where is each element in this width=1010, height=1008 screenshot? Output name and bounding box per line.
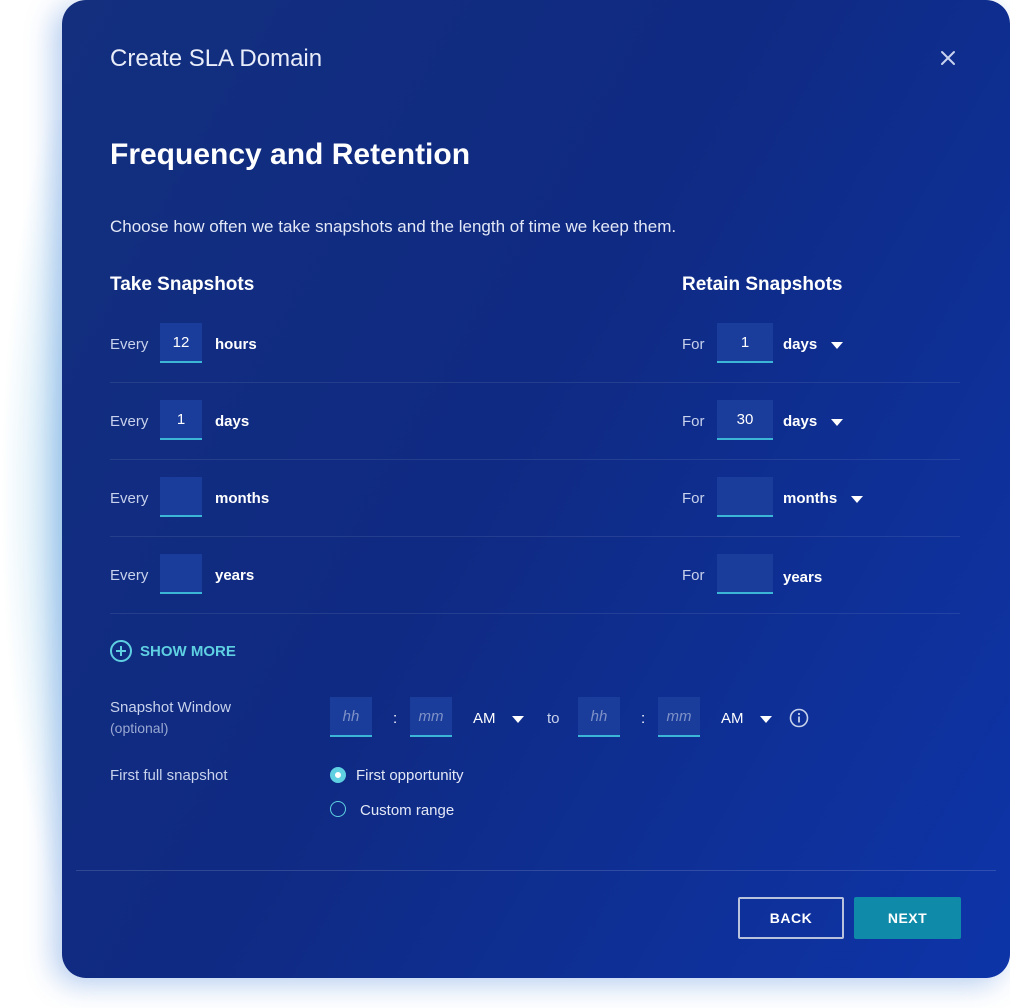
footer-divider [76,870,996,871]
every-label: Every [110,336,149,353]
take-days-input[interactable]: 1 [160,400,202,440]
info-icon[interactable] [789,708,809,733]
radio-first-opportunity[interactable] [330,767,346,783]
window-start-ampm-select[interactable]: AM [473,710,524,727]
caret-down-icon [511,715,524,723]
radio-custom-range[interactable] [330,801,346,817]
take-months-input[interactable] [160,477,202,517]
take-hours-unit: hours [215,336,257,353]
take-days-unit: days [215,413,250,430]
hh-placeholder: hh [590,707,608,725]
mm-placeholder: mm [666,707,692,725]
every-label: Every [110,413,149,430]
every-label: Every [110,490,149,507]
custom-range-label: Custom range [360,802,455,819]
ampm-label: AM [473,710,496,727]
next-button[interactable]: NEXT [854,897,961,939]
caret-down-icon [831,418,844,426]
window-start-minute-input[interactable]: mm [410,697,452,737]
retain-days-input[interactable]: 1 [717,323,773,363]
create-sla-dialog: Create SLA Domain Frequency and Retentio… [62,0,1010,978]
frequency-row-days: Every 1 days For 30 days [110,382,960,460]
first-full-snapshot-label: First full snapshot [110,767,228,784]
take-years-input[interactable] [160,554,202,594]
retain-snapshots-header: Retain Snapshots [682,274,843,295]
mm-placeholder: mm [418,707,444,725]
first-opportunity-label: First opportunity [356,767,464,784]
window-to-label: to [547,710,560,727]
retain-unit-label: days [783,413,818,430]
hh-placeholder: hh [342,707,360,725]
window-end-hour-input[interactable]: hh [578,697,620,737]
ampm-label: AM [721,710,744,727]
close-icon[interactable] [936,46,960,70]
window-end-ampm-select[interactable]: AM [721,710,772,727]
plus-circle-icon [110,640,132,662]
caret-down-icon [851,495,864,503]
time-colon: : [393,710,398,727]
retain-unit-label: months [783,490,838,507]
frequency-row-hours: Every 12 hours For 1 days [110,305,960,383]
retain-years-input[interactable] [717,554,773,594]
snapshot-window-optional: (optional) [110,720,169,736]
every-label: Every [110,567,149,584]
take-months-unit: months [215,490,270,507]
caret-down-icon [831,341,844,349]
retain-months-input[interactable] [717,477,773,517]
section-heading: Frequency and Retention [110,138,471,171]
show-more-button[interactable]: SHOW MORE [110,640,236,662]
back-button[interactable]: BACK [738,897,844,939]
section-description: Choose how often we take snapshots and t… [110,217,677,236]
take-hours-input[interactable]: 12 [160,323,202,363]
retain-unit-select[interactable]: days [783,336,844,353]
time-colon: : [641,710,646,727]
show-more-label: SHOW MORE [140,642,236,660]
retain-days-input[interactable]: 30 [717,400,773,440]
retain-unit-select[interactable]: months [783,490,864,507]
for-label: For [682,336,705,353]
frequency-row-years: Every years For years [110,536,960,614]
dialog-title: Create SLA Domain [110,45,323,72]
for-label: For [682,490,705,507]
frequency-row-months: Every months For months [110,459,960,537]
snapshot-window-label: Snapshot Window [110,699,231,716]
retain-unit-select[interactable]: days [783,413,844,430]
window-start-hour-input[interactable]: hh [330,697,372,737]
window-end-minute-input[interactable]: mm [658,697,700,737]
for-label: For [682,413,705,430]
caret-down-icon [759,715,772,723]
for-label: For [682,567,705,584]
retain-unit-label: days [783,336,818,353]
take-snapshots-header: Take Snapshots [110,274,255,295]
take-years-unit: years [215,567,255,584]
retain-years-unit: years [783,569,823,586]
